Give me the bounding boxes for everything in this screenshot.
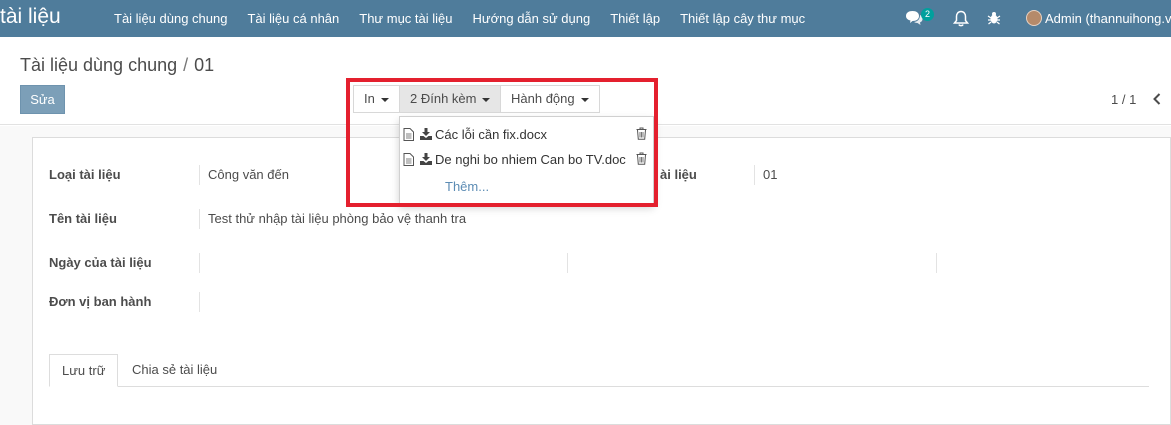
field-value-document-name[interactable]: Test thử nhập tài liệu phòng bảo vệ than… bbox=[208, 211, 466, 226]
attachment-name[interactable]: Các lỗi cần fix.docx bbox=[435, 127, 547, 142]
breadcrumb: Tài liệu dùng chung /01 bbox=[20, 55, 214, 76]
menu-item-personal-documents[interactable]: Tài liệu cá nhân bbox=[237, 0, 349, 37]
avatar[interactable] bbox=[1026, 10, 1042, 26]
menu-item-shared-documents[interactable]: Tài liệu dùng chung bbox=[104, 0, 237, 37]
field-divider bbox=[199, 253, 200, 273]
breadcrumb-parent[interactable]: Tài liệu dùng chung bbox=[20, 55, 177, 75]
menu-item-settings[interactable]: Thiết lập bbox=[600, 0, 670, 37]
attachment-name[interactable]: De nghi bo nhiem Can bo TV.doc bbox=[435, 152, 626, 167]
breadcrumb-current: 01 bbox=[194, 55, 215, 75]
caret-down-icon bbox=[580, 97, 589, 102]
menu-item-folder-tree-settings[interactable]: Thiết lập cây thư mục bbox=[670, 0, 815, 37]
file-icon bbox=[403, 153, 414, 166]
attachment-item[interactable]: De nghi bo nhiem Can bo TV.doc bbox=[403, 150, 651, 170]
bug-icon[interactable] bbox=[987, 11, 1001, 25]
field-divider bbox=[199, 209, 200, 229]
download-icon[interactable] bbox=[420, 153, 432, 165]
trash-icon[interactable] bbox=[636, 152, 647, 165]
print-label: In bbox=[364, 91, 375, 106]
tab-storage[interactable]: Lưu trữ bbox=[49, 354, 118, 387]
field-label-document-name: Tên tài liệu bbox=[49, 211, 117, 226]
download-icon[interactable] bbox=[420, 128, 432, 140]
trash-icon[interactable] bbox=[636, 127, 647, 140]
app-brand[interactable]: tài liệu bbox=[0, 5, 61, 29]
field-divider bbox=[199, 165, 200, 185]
caret-down-icon bbox=[380, 97, 389, 102]
tab-share-document[interactable]: Chia sẻ tài liệu bbox=[120, 354, 229, 387]
top-navbar: tài liệu Tài liệu dùng chung Tài liệu cá… bbox=[0, 0, 1171, 37]
breadcrumb-separator: / bbox=[183, 55, 189, 75]
actions-dropdown-button[interactable]: Hành động bbox=[500, 85, 600, 113]
print-dropdown-button[interactable]: In bbox=[353, 85, 400, 113]
chevron-left-icon[interactable] bbox=[1152, 93, 1162, 105]
attachments-menu: Các lỗi cần fix.docx De nghi bo nhiem Ca… bbox=[399, 116, 654, 204]
caret-down-icon bbox=[482, 97, 491, 102]
field-divider bbox=[199, 292, 200, 312]
user-menu[interactable]: Admin (thannuihong.v bbox=[1045, 0, 1171, 37]
file-icon bbox=[403, 128, 414, 141]
field-divider bbox=[754, 165, 755, 185]
menu-item-document-folders[interactable]: Thư mục tài liệu bbox=[349, 0, 462, 37]
field-label-document-type: Loại tài liệu bbox=[49, 167, 121, 182]
field-label-issuing-unit: Đơn vị ban hành bbox=[49, 294, 152, 309]
notebook-tabs: Lưu trữ Chia sẻ tài liệu bbox=[49, 354, 1149, 387]
more-attachments-link[interactable]: Thêm... bbox=[445, 179, 489, 194]
field-label-document-date: Ngày của tài liệu bbox=[49, 255, 152, 270]
attachments-label: 2 Đính kèm bbox=[410, 91, 477, 106]
actions-label: Hành động bbox=[511, 91, 575, 106]
menu-item-user-guide[interactable]: Hướng dẫn sử dụng bbox=[463, 0, 601, 37]
pager-value[interactable]: 1 / 1 bbox=[1111, 92, 1136, 107]
bell-icon[interactable] bbox=[953, 10, 969, 27]
attachment-item[interactable]: Các lỗi cần fix.docx bbox=[403, 125, 651, 145]
field-value-document-number[interactable]: 01 bbox=[763, 167, 777, 182]
attachments-dropdown-button[interactable]: 2 Đính kèm bbox=[399, 85, 501, 113]
field-value-document-type[interactable]: Công văn đến bbox=[208, 167, 289, 182]
edit-button[interactable]: Sửa bbox=[20, 85, 65, 114]
main-menu: Tài liệu dùng chung Tài liệu cá nhân Thư… bbox=[104, 0, 815, 37]
chat-count-badge: 2 bbox=[921, 8, 934, 21]
field-label-document-number: ài liệu bbox=[660, 167, 697, 182]
field-divider bbox=[936, 253, 937, 273]
field-divider bbox=[567, 253, 568, 273]
